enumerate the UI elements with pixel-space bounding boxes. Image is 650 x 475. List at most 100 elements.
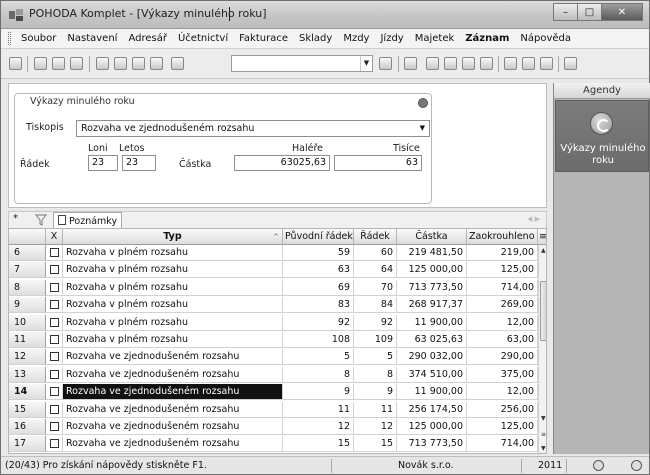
row-checkbox-cell[interactable] <box>46 332 63 348</box>
menu-item-10[interactable]: Nápověda <box>515 33 577 44</box>
column-chooser-icon[interactable]: ≡ <box>538 229 546 245</box>
menu-item-0[interactable]: Soubor <box>16 33 62 44</box>
row-checkbox[interactable] <box>50 439 59 449</box>
chevron-down-icon[interactable]: ▼ <box>420 124 425 132</box>
menu-item-4[interactable]: Fakturace <box>234 33 294 44</box>
table-row[interactable]: 8 Rozvaha v plném rozsahu 69 70 713 773,50 71… <box>9 279 539 296</box>
row-checkbox[interactable] <box>50 387 59 397</box>
row-checkbox[interactable] <box>50 404 59 414</box>
row-checkbox-cell[interactable] <box>46 297 63 314</box>
window-tile-icon[interactable] <box>522 57 535 70</box>
letos-field[interactable]: 23 <box>122 155 156 171</box>
menu-item-7[interactable]: Jízdy <box>375 33 409 44</box>
row-checkbox-cell[interactable] <box>46 419 63 435</box>
close-icon[interactable]: ✕ <box>601 3 643 21</box>
row-checkbox-cell[interactable] <box>46 262 63 279</box>
vertical-scrollbar[interactable]: ▲ ▼ ≡ ▼ <box>538 245 546 453</box>
power-icon[interactable] <box>593 460 604 471</box>
menu-item-6[interactable]: Mzdy <box>338 33 375 44</box>
row-checkbox[interactable] <box>50 300 59 310</box>
row-checkbox-cell[interactable] <box>46 245 63 261</box>
tab-poznamky[interactable]: Poznámky <box>53 212 123 229</box>
print-preview-icon[interactable] <box>34 57 47 70</box>
maximize-icon[interactable]: □ <box>577 3 602 21</box>
row-checkbox[interactable] <box>50 352 59 362</box>
halere-field[interactable]: 63025,63 <box>234 155 330 171</box>
save-icon[interactable] <box>132 57 145 70</box>
chevron-down-icon[interactable]: ▼ <box>360 56 372 71</box>
column-header-radek[interactable]: Řádek <box>354 229 397 245</box>
edit-record-icon[interactable] <box>114 57 127 70</box>
menu-item-5[interactable]: Sklady <box>294 33 338 44</box>
window-icon[interactable] <box>504 57 517 70</box>
camera-icon[interactable] <box>404 57 417 70</box>
tisice-field[interactable]: 63 <box>334 155 422 171</box>
column-header-puvodni-radek[interactable]: Původní řádek <box>283 229 354 245</box>
agenda-tile[interactable]: Výkazy minulého roku <box>555 100 649 172</box>
scroll-down-icon[interactable]: ▼ <box>541 415 546 422</box>
row-checkbox[interactable] <box>50 265 59 275</box>
check-circle-icon[interactable] <box>631 460 642 471</box>
minimize-icon[interactable]: – <box>553 3 578 21</box>
row-checkbox[interactable] <box>50 282 59 292</box>
column-header-zaokrouhleno[interactable]: Zaokrouhleno <box>467 229 538 245</box>
table-row[interactable]: 6 Rozvaha v plném rozsahu 59 60 219 481,50 21… <box>9 245 539 261</box>
tab-scroll-arrows-icon[interactable]: ◀ ▶ <box>527 215 540 223</box>
table-row[interactable]: 9 Rozvaha v plném rozsahu 83 84 268 917,37 26… <box>9 297 539 314</box>
row-checkbox-cell[interactable] <box>46 436 63 453</box>
scroll-thumb[interactable] <box>540 281 546 341</box>
menu-item-8[interactable]: Majetek <box>410 33 461 44</box>
table-row[interactable]: 15 Rozvaha ve zjednodušeném rozsahu 11 11 25… <box>9 401 539 418</box>
scroll-end-icon[interactable]: ≡ <box>541 431 546 438</box>
row-checkbox[interactable] <box>50 422 59 431</box>
table-row[interactable]: 10 Rozvaha v plném rozsahu 92 92 11 900,00 12… <box>9 314 539 331</box>
print-setup-icon[interactable] <box>70 57 83 70</box>
link-icon[interactable] <box>426 57 439 70</box>
table-row[interactable]: 16 Rozvaha ve zjednodušeném rozsahu 12 12 12… <box>9 419 539 435</box>
tiskopis-select[interactable]: Rozvaha ve zjednodušeném rozsahu ▼ <box>76 120 430 137</box>
row-checkbox-cell[interactable] <box>46 279 63 296</box>
tab-star[interactable]: * <box>13 213 18 224</box>
row-checkbox[interactable] <box>50 335 59 344</box>
menu-item-3[interactable]: Účetnictví <box>173 33 234 44</box>
users-icon[interactable] <box>480 57 493 70</box>
print-icon[interactable] <box>52 57 65 70</box>
new-record-icon[interactable] <box>96 57 109 70</box>
help-icon[interactable] <box>564 57 577 70</box>
table-row[interactable]: 11 Rozvaha v plném rozsahu 108 109 63 025,63… <box>9 332 539 348</box>
column-header-x[interactable]: X <box>46 229 63 245</box>
copy-icon[interactable] <box>171 57 184 70</box>
column-header-typ[interactable]: Typ <box>63 229 283 245</box>
toolbar-combo[interactable]: ▼ <box>231 55 373 72</box>
table-row[interactable]: 17 Rozvaha ve zjednodušeném rozsahu 15 15 71… <box>9 436 539 453</box>
table-row[interactable]: 12 Rozvaha ve zjednodušeném rozsahu 5 5 290 … <box>9 349 539 366</box>
row-checkbox-cell[interactable] <box>46 349 63 366</box>
filter-icon[interactable] <box>35 214 47 226</box>
cell-zaokrouhleno: 219,00 <box>467 245 538 261</box>
menu-item-2[interactable]: Adresář <box>123 33 173 44</box>
row-checkbox-cell[interactable] <box>46 401 63 418</box>
row-checkbox-cell[interactable] <box>46 314 63 331</box>
row-checkbox[interactable] <box>50 248 59 257</box>
title-bar[interactable]: POHODA Komplet - [Výkazy minulého roku] … <box>1 1 649 29</box>
row-checkbox[interactable] <box>50 369 59 379</box>
scroll-up-icon[interactable]: ▲ <box>541 247 546 254</box>
menu-item-9[interactable]: Záznam <box>460 33 515 44</box>
scroll-bottom-icon[interactable]: ▼ <box>541 445 546 452</box>
table-row[interactable]: 7 Rozvaha v plném rozsahu 63 64 125 000,00 12… <box>9 262 539 279</box>
row-checkbox-cell[interactable] <box>46 384 63 401</box>
calculator-icon[interactable] <box>462 57 475 70</box>
cell-puvodni-radek: 108 <box>283 332 354 348</box>
settings-icon[interactable] <box>418 98 428 108</box>
row-checkbox-cell[interactable] <box>46 366 63 383</box>
loni-field[interactable]: 23 <box>88 155 118 171</box>
table-row[interactable]: 14 Rozvaha ve zjednodušeném rozsahu 9 9 11 9… <box>9 384 539 401</box>
row-checkbox[interactable] <box>50 317 59 327</box>
filter-icon[interactable] <box>379 57 392 70</box>
window-cascade-icon[interactable] <box>540 57 553 70</box>
column-header-castka[interactable]: Částka <box>397 229 467 245</box>
save-all-icon[interactable] <box>150 57 163 70</box>
table-icon[interactable] <box>444 57 457 70</box>
menu-item-1[interactable]: Nastavení <box>62 33 123 44</box>
table-row[interactable]: 13 Rozvaha ve zjednodušeném rozsahu 8 8 374 … <box>9 366 539 383</box>
